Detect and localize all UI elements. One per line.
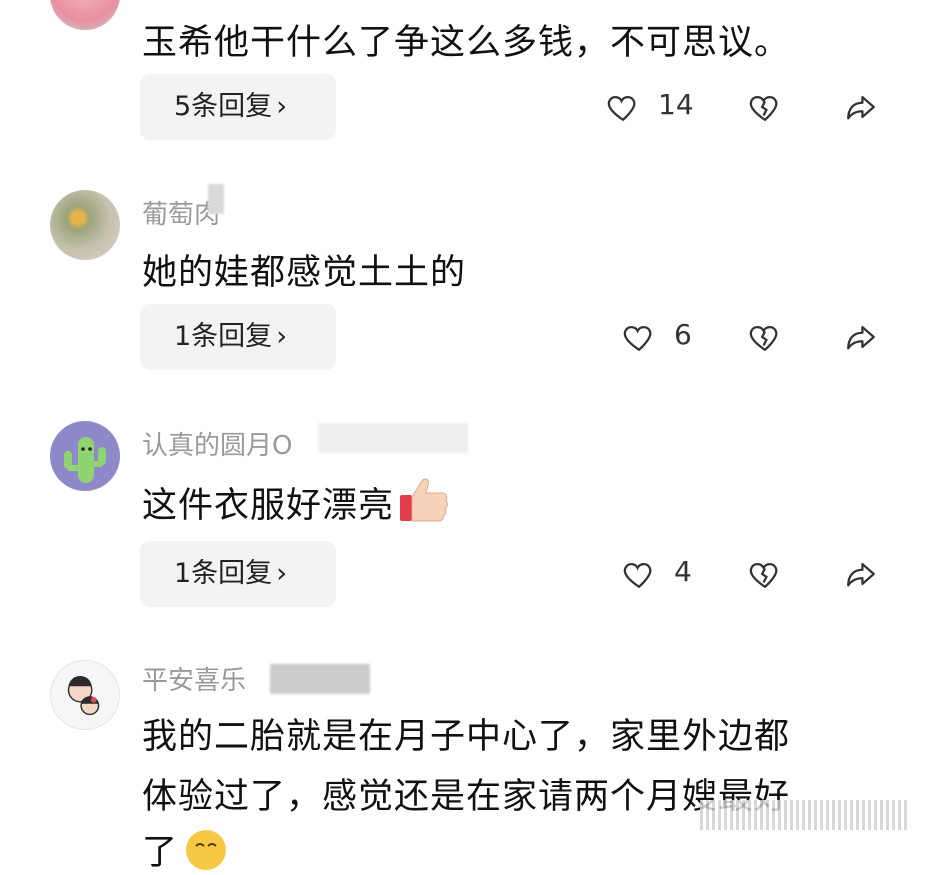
comment-actions: 14: [0, 76, 932, 136]
avatar[interactable]: [50, 190, 120, 260]
share-arrow-icon[interactable]: [844, 90, 878, 124]
comment-text: 她的娃都感觉土土的: [142, 253, 467, 293]
like-count: 4: [674, 555, 692, 588]
avatar[interactable]: [50, 0, 120, 30]
share-arrow-icon[interactable]: [844, 557, 878, 591]
family-cartoon-avatar-icon: [67, 676, 100, 716]
comment-text: 玉希他干什么了争这么多钱，不可思议。: [142, 23, 791, 63]
thumbs-up-emoji-icon: [400, 478, 448, 522]
username[interactable]: 平安喜乐: [142, 660, 246, 697]
comment-text-tail: 了: [142, 833, 179, 873]
redaction-mask: [208, 184, 224, 214]
heart-outline-icon[interactable]: [606, 90, 640, 124]
broken-heart-icon[interactable]: [748, 320, 782, 354]
redaction-mask: [318, 423, 468, 453]
heart-outline-icon[interactable]: [622, 320, 656, 354]
like-count: 14: [658, 88, 694, 121]
avatar[interactable]: [50, 660, 120, 730]
share-arrow-icon[interactable]: [844, 320, 878, 354]
comment-text-line: 体验过了，感觉还是在家请两个月嫂最好: [142, 777, 791, 817]
cactus-avatar-icon: [64, 437, 106, 483]
comment-actions: 4: [0, 543, 932, 603]
comment-actions: 6: [0, 306, 932, 366]
comment-text-line: 了: [142, 824, 228, 875]
comment-text-line: 我的二胎就是在月子中心了，家里外边都: [142, 717, 791, 757]
smile-emoji-icon: [186, 830, 227, 870]
avatar[interactable]: [50, 421, 120, 491]
heart-outline-icon[interactable]: [622, 557, 656, 591]
broken-heart-icon[interactable]: [748, 557, 782, 591]
comment-text-body: 这件衣服好漂亮: [142, 486, 395, 526]
comment-text: 这件衣服好漂亮: [142, 475, 450, 528]
broken-heart-icon[interactable]: [748, 90, 782, 124]
like-count: 6: [674, 318, 692, 351]
watermark: [700, 800, 910, 830]
redaction-mask: [270, 664, 370, 694]
username[interactable]: 认真的圆月O: [142, 425, 292, 462]
